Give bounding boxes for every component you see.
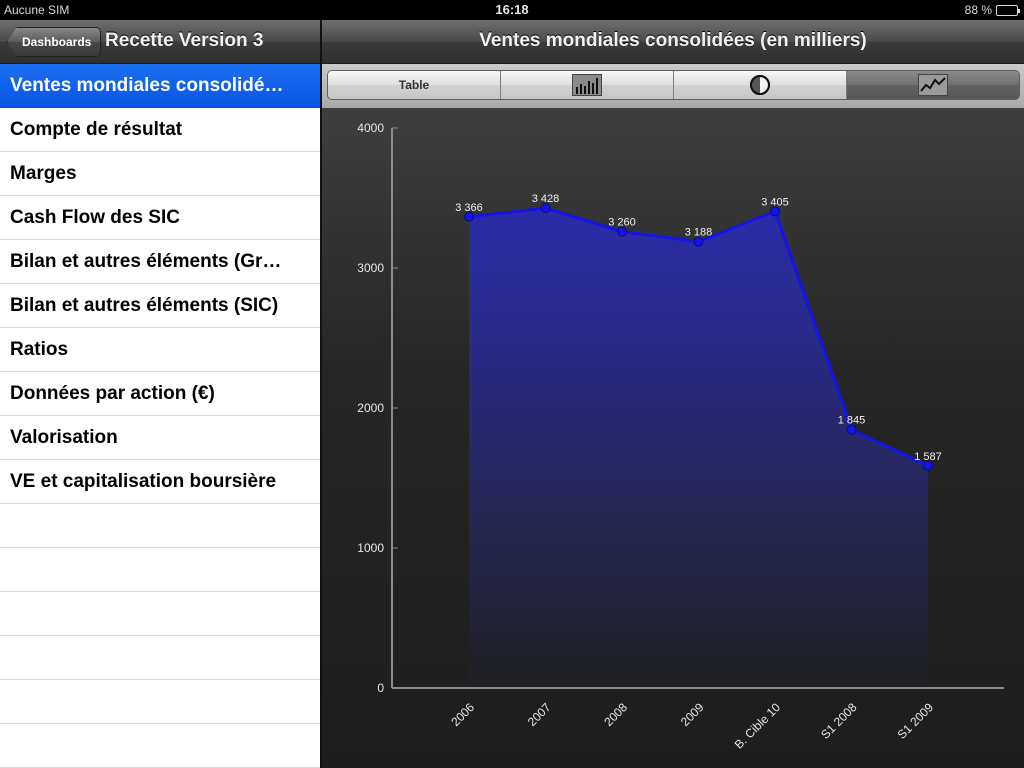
line-chart-icon — [918, 74, 948, 96]
x-tick-label: S1 2009 — [895, 700, 937, 742]
x-tick-label: S1 2008 — [818, 700, 860, 742]
segment-pie-chart[interactable] — [674, 71, 847, 99]
list-item[interactable]: Bilan et autres éléments (Gr… — [0, 240, 320, 284]
list-item — [0, 680, 320, 724]
master-navigation-bar: Dashboards Recette Version 3 — [0, 20, 320, 64]
list-item — [0, 548, 320, 592]
y-tick-label: 3000 — [357, 261, 384, 275]
data-label: 3 405 — [761, 196, 789, 208]
detail-title: Ventes mondiales consolidées (en millier… — [479, 30, 867, 51]
chart-area-fill — [469, 208, 928, 688]
back-button[interactable]: Dashboards — [7, 27, 102, 57]
data-label: 1 587 — [914, 451, 942, 463]
detail-navigation-bar: Ventes mondiales consolidées (en millier… — [322, 20, 1024, 64]
list-item — [0, 636, 320, 680]
segment-table-label: Table — [398, 78, 430, 92]
list-item — [0, 724, 320, 768]
y-tick-label: 1000 — [357, 541, 384, 555]
list-item[interactable]: Ratios — [0, 328, 320, 372]
segment-line-chart[interactable] — [847, 71, 1019, 99]
report-list: Ventes mondiales consolidé… Compte de rés… — [0, 64, 320, 768]
x-tick-label: 2006 — [448, 700, 477, 729]
x-tick-label: 2007 — [525, 700, 554, 729]
list-item — [0, 504, 320, 548]
y-tick-label: 2000 — [357, 401, 384, 415]
list-item[interactable]: Marges — [0, 152, 320, 196]
pie-chart-icon — [750, 75, 770, 95]
bar-chart-icon — [572, 74, 602, 96]
line-area-chart: 0 1000 2000 3000 4000 2006 2007 2008 2009 B. Cibl… — [357, 121, 1004, 752]
x-tick-label: B. Cible 10 — [732, 700, 784, 752]
data-label: 3 260 — [608, 217, 636, 229]
status-bar: Aucune SIM 16:18 88 % — [0, 0, 1024, 20]
battery-indicator: 88 % — [964, 3, 1020, 17]
y-tick-label: 4000 — [357, 121, 384, 135]
list-item[interactable]: Compte de résultat — [0, 108, 320, 152]
list-item — [0, 592, 320, 636]
list-item[interactable]: VE et capitalisation boursière — [0, 460, 320, 504]
clock: 16:18 — [495, 2, 529, 17]
chart-area: 0 1000 2000 3000 4000 2006 2007 2008 2009 B. Cibl… — [322, 108, 1024, 768]
list-item[interactable]: Bilan et autres éléments (SIC) — [0, 284, 320, 328]
segment-bar-chart[interactable] — [501, 71, 674, 99]
battery-percent: 88 % — [964, 3, 992, 17]
list-item[interactable]: Valorisation — [0, 416, 320, 460]
x-tick-label: 2009 — [678, 700, 707, 729]
master-title: Recette Version 3 — [105, 30, 264, 51]
list-item[interactable]: Données par action (€) — [0, 372, 320, 416]
data-label: 3 366 — [455, 202, 483, 214]
data-label: 1 845 — [838, 415, 866, 427]
view-toolbar: Table — [322, 64, 1024, 108]
data-label: 3 188 — [685, 227, 713, 239]
battery-icon — [996, 4, 1020, 16]
list-item[interactable]: Cash Flow des SIC — [0, 196, 320, 240]
list-item[interactable]: Ventes mondiales consolidé… — [0, 64, 320, 108]
data-label: 3 428 — [532, 193, 560, 205]
view-mode-segmented-control: Table — [327, 70, 1020, 100]
segment-table[interactable]: Table — [328, 71, 501, 99]
x-tick-label: 2008 — [601, 700, 630, 729]
y-tick-label: 0 — [377, 681, 384, 695]
